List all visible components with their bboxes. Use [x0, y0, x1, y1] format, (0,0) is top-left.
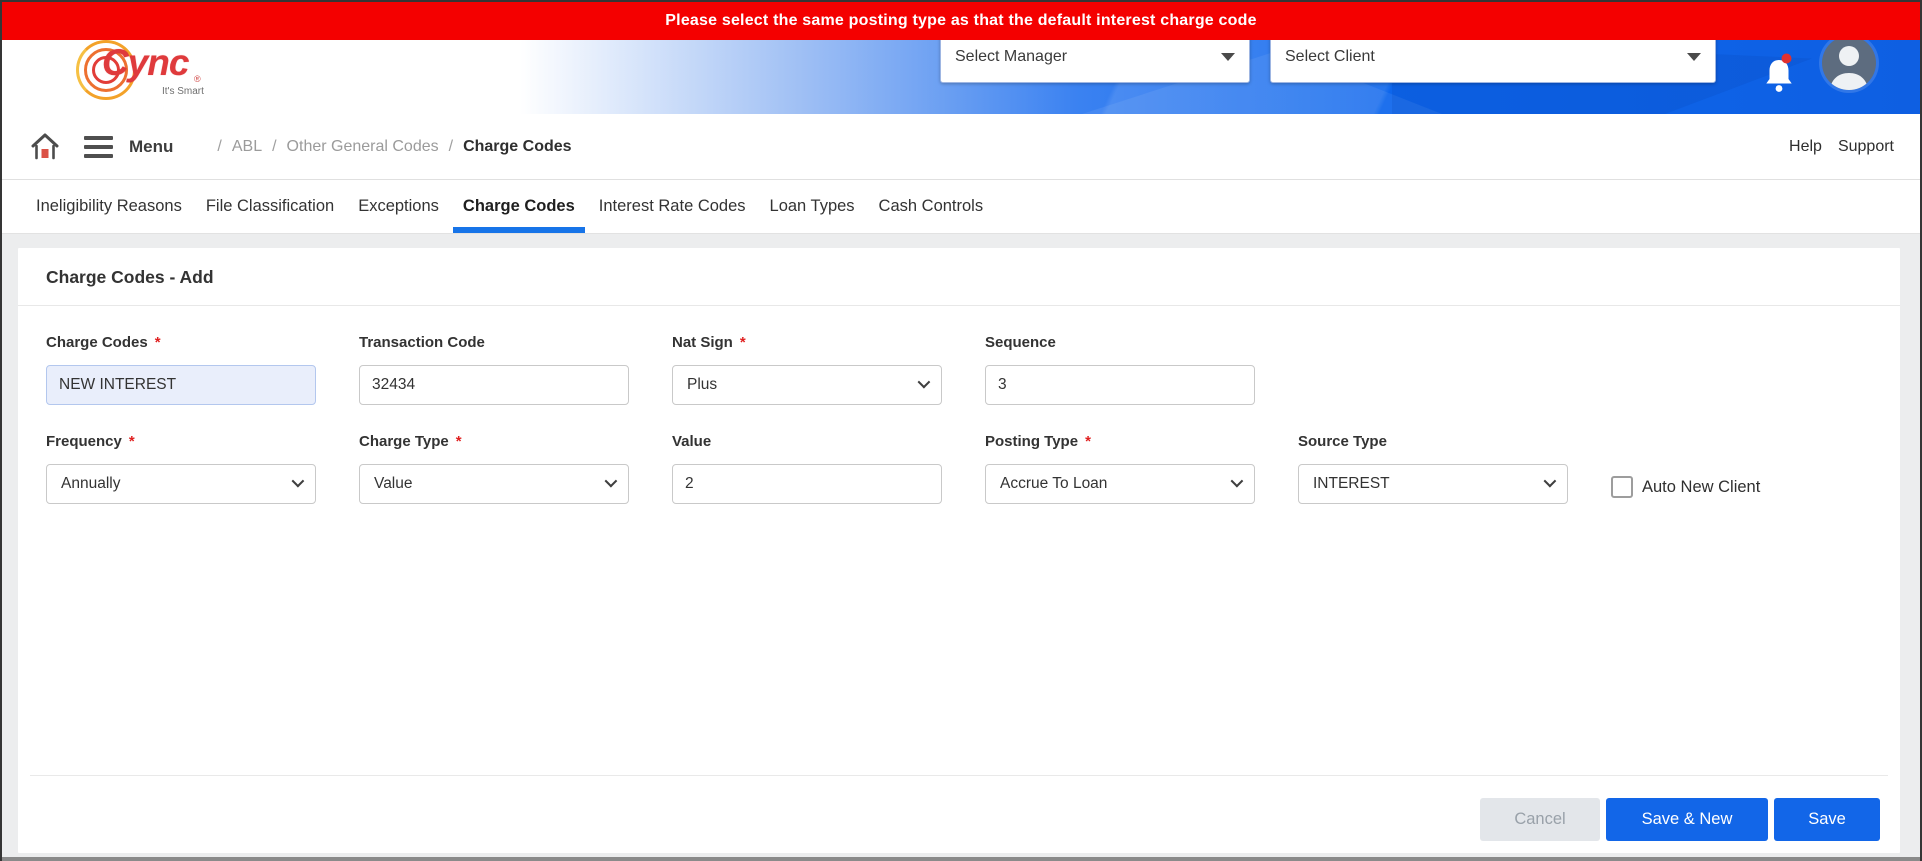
required-asterisk: * [455, 433, 462, 450]
field-value: Value [672, 433, 942, 507]
field-label: Charge Type * [359, 433, 462, 450]
field-auto-new-client: Auto New Client [1611, 433, 1760, 507]
chevron-down-icon [1230, 474, 1244, 487]
caret-down-icon [1221, 52, 1235, 61]
charge-code-form: Charge Codes * Transaction Code Nat [18, 306, 1900, 775]
field-transaction-code: Transaction Code [359, 334, 629, 405]
field-sequence: Sequence [985, 334, 1255, 405]
chevron-down-icon [291, 474, 305, 487]
tab-file-classification[interactable]: File Classification [196, 180, 344, 233]
caret-down-icon [1687, 52, 1701, 61]
cancel-button[interactable]: Cancel [1480, 798, 1600, 841]
support-link[interactable]: Support [1838, 138, 1894, 156]
field-label: Frequency * [46, 433, 135, 450]
field-label: Value [672, 433, 712, 450]
tab-charge-codes[interactable]: Charge Codes [452, 180, 585, 233]
field-charge-codes: Charge Codes * [46, 334, 316, 405]
required-asterisk: * [1085, 433, 1091, 450]
field-nat-sign: Nat Sign * Plus [672, 334, 942, 405]
tab-bar: Ineligibility Reasons File Classificatio… [2, 180, 1920, 234]
cync-logo[interactable]: Cync ® It's Smart [76, 34, 296, 114]
required-asterisk: * [154, 334, 161, 351]
chevron-down-icon [1543, 474, 1557, 487]
field-label: Charge Codes * [46, 334, 161, 351]
notifications-bell-icon[interactable] [1762, 52, 1796, 96]
field-label: Transaction Code [359, 334, 485, 351]
panel-title: Charge Codes - Add [18, 248, 1900, 306]
value-input[interactable] [672, 464, 942, 504]
select-client-value: Select Client [1285, 47, 1375, 65]
frequency-select[interactable]: Annually [46, 464, 316, 504]
nat-sign-select[interactable]: Plus [672, 365, 942, 405]
breadcrumb-separator: / [217, 137, 222, 155]
help-link[interactable]: Help [1789, 138, 1822, 156]
home-icon[interactable] [30, 132, 60, 162]
breadcrumb-item-charge-codes: Charge Codes [463, 137, 572, 155]
breadcrumb-separator: / [448, 137, 454, 155]
posting-type-select[interactable]: Accrue To Loan [985, 464, 1255, 504]
required-asterisk: * [739, 334, 746, 351]
field-posting-type: Posting Type * Accrue To Loan [985, 433, 1255, 507]
save-and-new-button[interactable]: Save & New [1606, 798, 1768, 841]
source-type-select[interactable]: INTEREST [1298, 464, 1568, 504]
validation-banner: Please select the same posting type as t… [2, 2, 1920, 40]
select-manager-value: Select Manager [955, 47, 1068, 65]
sequence-input[interactable] [985, 365, 1255, 405]
field-label: Source Type [1298, 433, 1387, 450]
field-source-type: Source Type INTEREST [1298, 433, 1568, 507]
breadcrumb-separator: / [272, 137, 277, 155]
required-asterisk: * [128, 433, 135, 450]
field-label: Posting Type * [985, 433, 1091, 450]
chevron-down-icon [917, 375, 931, 388]
breadcrumb-bar: Menu / ABL / Other General Codes / Charg… [2, 114, 1920, 180]
tab-ineligibility-reasons[interactable]: Ineligibility Reasons [26, 180, 192, 233]
validation-message: Please select the same posting type as t… [665, 12, 1257, 29]
field-frequency: Frequency * Annually [46, 433, 316, 507]
logo-brand-text: Cync [102, 42, 189, 83]
field-charge-type: Charge Type * Value [359, 433, 629, 507]
app-window: Please select the same posting type as t… [0, 0, 1922, 861]
auto-new-client-checkbox[interactable] [1611, 476, 1633, 498]
menu-label[interactable]: Menu [129, 137, 173, 157]
save-button[interactable]: Save [1774, 798, 1880, 841]
tab-cash-controls[interactable]: Cash Controls [869, 180, 994, 233]
field-label: Nat Sign * [672, 334, 746, 351]
main-content: Charge Codes - Add Charge Codes * Transa… [2, 234, 1920, 861]
window-bottom-edge [2, 857, 1920, 861]
auto-new-client-label: Auto New Client [1642, 477, 1761, 496]
app-header: Cync ® It's Smart Select Manager Select … [2, 30, 1920, 114]
person-icon [1830, 46, 1868, 90]
tab-interest-rate-codes[interactable]: Interest Rate Codes [589, 180, 756, 233]
field-label: Sequence [985, 334, 1056, 351]
charge-type-select[interactable]: Value [359, 464, 629, 504]
chevron-down-icon [604, 474, 618, 487]
logo-tagline: It's Smart [162, 86, 204, 97]
breadcrumb: / ABL / Other General Codes / Charge Cod… [217, 138, 571, 156]
logo-registered-mark: ® [194, 74, 201, 84]
tab-exceptions[interactable]: Exceptions [348, 180, 449, 233]
tab-loan-types[interactable]: Loan Types [760, 180, 865, 233]
charge-codes-add-panel: Charge Codes - Add Charge Codes * Transa… [18, 248, 1900, 853]
transaction-code-input[interactable] [359, 365, 629, 405]
charge-codes-input[interactable] [46, 365, 316, 405]
form-actions: Cancel Save & New Save [30, 775, 1888, 853]
breadcrumb-item-abl[interactable]: ABL [232, 138, 262, 156]
menu-hamburger-icon[interactable] [84, 135, 113, 158]
user-avatar[interactable] [1822, 36, 1876, 90]
breadcrumb-item-other-general-codes[interactable]: Other General Codes [287, 138, 439, 156]
